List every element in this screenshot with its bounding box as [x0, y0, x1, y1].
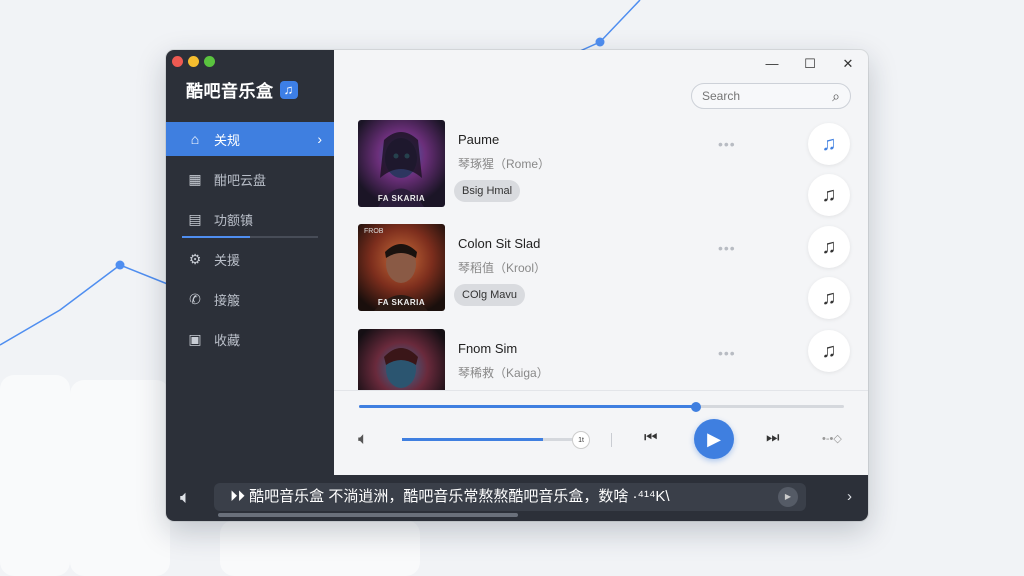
music-note-button[interactable]: ♫ — [808, 123, 850, 165]
window-controls: — ☐ ✕ — [764, 56, 856, 72]
monitor-icon: ▣ — [188, 330, 202, 347]
home-icon: ⌂ — [190, 131, 200, 147]
track-list-item[interactable]: FA SKARIA Paume 琴琢猩（Rome） Bsig Hmal ••• — [358, 120, 858, 210]
more-options-icon[interactable]: ••• — [718, 136, 736, 152]
zoom-dot-icon[interactable] — [204, 56, 215, 67]
album-cover[interactable]: FROB FA SKARIA — [358, 224, 445, 311]
previous-track-button[interactable]: ⏮ — [644, 429, 658, 446]
music-note-button[interactable]: ♫ — [808, 226, 850, 268]
cover-caption: FA SKARIA — [377, 194, 426, 203]
next-track-button[interactable]: ⏭ — [766, 429, 780, 446]
sidebar-item-label: 收藏 — [214, 332, 241, 348]
cover-art-figure — [384, 348, 418, 388]
background-card — [70, 380, 170, 576]
music-note-button[interactable]: ♫ — [808, 330, 850, 372]
cover-caption: FA SKARIA — [377, 298, 426, 307]
track-tag[interactable]: Bsig Hmal — [454, 180, 521, 202]
track-title: Fnom Sim — [458, 341, 518, 356]
volume-slider[interactable] — [402, 438, 578, 441]
more-options-icon[interactable]: ••• — [718, 240, 736, 256]
app-brand: 酷吧音乐盒 ♫ — [186, 77, 298, 102]
music-note-button[interactable]: ♫ — [808, 277, 850, 319]
background-card — [220, 520, 420, 576]
sidebar-nav: ⌂ 关规 › ▦ 酣吧云盘 ▤ 功额镇 ⚙ 关援 ✆ 接箙 ▣ 收藏 — [166, 122, 334, 362]
track-title: Paume — [458, 132, 500, 147]
divider — [611, 433, 612, 447]
track-tag[interactable]: COlg Mavu — [454, 284, 526, 306]
track-artist: 琴琢猩（Rome） — [458, 157, 551, 171]
seek-bar[interactable] — [359, 401, 844, 412]
marquee-text: ⏵⏵ 酷吧音乐盒 不淌逍洲，酷吧音乐常熬熬酷吧音乐盒，数啥 ·⁴¹⁴Κ\ — [230, 488, 670, 505]
sidebar-progress-bar — [182, 236, 318, 238]
chevron-right-icon[interactable]: › — [847, 488, 852, 505]
cover-top-caption: FROB — [364, 228, 384, 235]
search-input[interactable] — [702, 89, 822, 103]
more-options-icon[interactable]: ••• — [718, 345, 736, 361]
maximize-icon[interactable]: ☐ — [802, 56, 818, 72]
album-cover[interactable]: FA SKARIA — [358, 120, 445, 207]
cloud-drive-icon: ▦ — [188, 170, 202, 187]
track-title: Colon Sit Slad — [458, 236, 541, 251]
sidebar-item-label: 功额镇 — [214, 212, 254, 228]
sidebar-item[interactable]: ⚙ 关援 — [166, 242, 334, 276]
search-box[interactable]: ⌕ — [691, 83, 851, 109]
speaker-icon[interactable]: 🔈︎ — [180, 487, 191, 508]
traffic-lights — [172, 56, 215, 67]
seek-handle[interactable] — [691, 401, 702, 412]
play-button[interactable]: ▶ — [694, 419, 734, 459]
sidebar-item-label: 酣吧云盘 — [214, 172, 267, 188]
track-artist: 琴稻值（Krool） — [458, 261, 547, 275]
music-note-button[interactable]: ♫ — [808, 174, 850, 216]
background-card — [0, 375, 70, 576]
sidebar-item[interactable]: ▤ 功额镇 — [166, 202, 334, 236]
track-list-item[interactable]: FROB FA SKARIA Colon Sit Slad 琴稻值（Krool）… — [358, 224, 858, 314]
now-playing-marquee[interactable]: ⏵⏵ 酷吧音乐盒 不淌逍洲，酷吧音乐常熬熬酷吧音乐盒，数啥 ·⁴¹⁴Κ\ ▶ — [214, 483, 806, 511]
minimize-dot-icon[interactable] — [188, 56, 199, 67]
volume-handle[interactable]: 1t — [572, 431, 590, 449]
player-more-icon[interactable]: •-•◇ — [822, 432, 842, 445]
horizontal-scrollbar[interactable] — [218, 513, 518, 517]
sidebar-item[interactable]: ⌂ 关规 › — [166, 122, 334, 156]
sidebar-item-label: 关援 — [214, 252, 241, 268]
volume-icon[interactable]: 🔈︎ — [358, 429, 368, 449]
minimize-icon[interactable]: — — [764, 56, 780, 72]
album-cover[interactable] — [358, 329, 445, 390]
mini-play-icon[interactable]: ▶ — [778, 487, 798, 507]
phone-icon: ✆ — [189, 290, 201, 307]
music-note-badge-icon: ♫ — [279, 80, 298, 99]
track-list-item[interactable]: Fnom Sim 琴稀救（Kaiga） ••• — [358, 329, 858, 390]
bottom-bar: 🔈︎ ⏵⏵ 酷吧音乐盒 不淌逍洲，酷吧音乐常熬熬酷吧音乐盒，数啥 ·⁴¹⁴Κ\ … — [166, 475, 868, 521]
track-artist: 琴稀救（Kaiga） — [458, 366, 549, 380]
sidebar: 酷吧音乐盒 ♫ ⌂ 关规 › ▦ 酣吧云盘 ▤ 功额镇 ⚙ 关援 ✆ 接箙 ▣ 收藏 — [166, 50, 334, 475]
sidebar-item[interactable]: ▦ 酣吧云盘 — [166, 162, 334, 196]
player-controls: 🔈︎ 1t ⏮ ▶ ⏭ •-•◇ — [334, 390, 868, 475]
close-dot-icon[interactable] — [172, 56, 183, 67]
close-icon[interactable]: ✕ — [840, 56, 856, 72]
sidebar-item-label: 接箙 — [214, 292, 241, 308]
calendar-icon: ▤ — [188, 210, 202, 227]
app-window: 酷吧音乐盒 ♫ ⌂ 关规 › ▦ 酣吧云盘 ▤ 功额镇 ⚙ 关援 ✆ 接箙 ▣ 收藏 — ☐ ✕ ⌕ F… — [166, 50, 868, 521]
app-title: 酷吧音乐盒 — [186, 82, 274, 101]
settings-gear-icon: ⚙ — [188, 250, 202, 267]
sidebar-item[interactable]: ✆ 接箙 — [166, 282, 334, 316]
chevron-right-icon: › — [317, 131, 322, 147]
search-icon[interactable]: ⌕ — [832, 88, 840, 105]
sidebar-item[interactable]: ▣ 收藏 — [166, 322, 334, 356]
sidebar-item-label: 关规 — [214, 132, 241, 148]
